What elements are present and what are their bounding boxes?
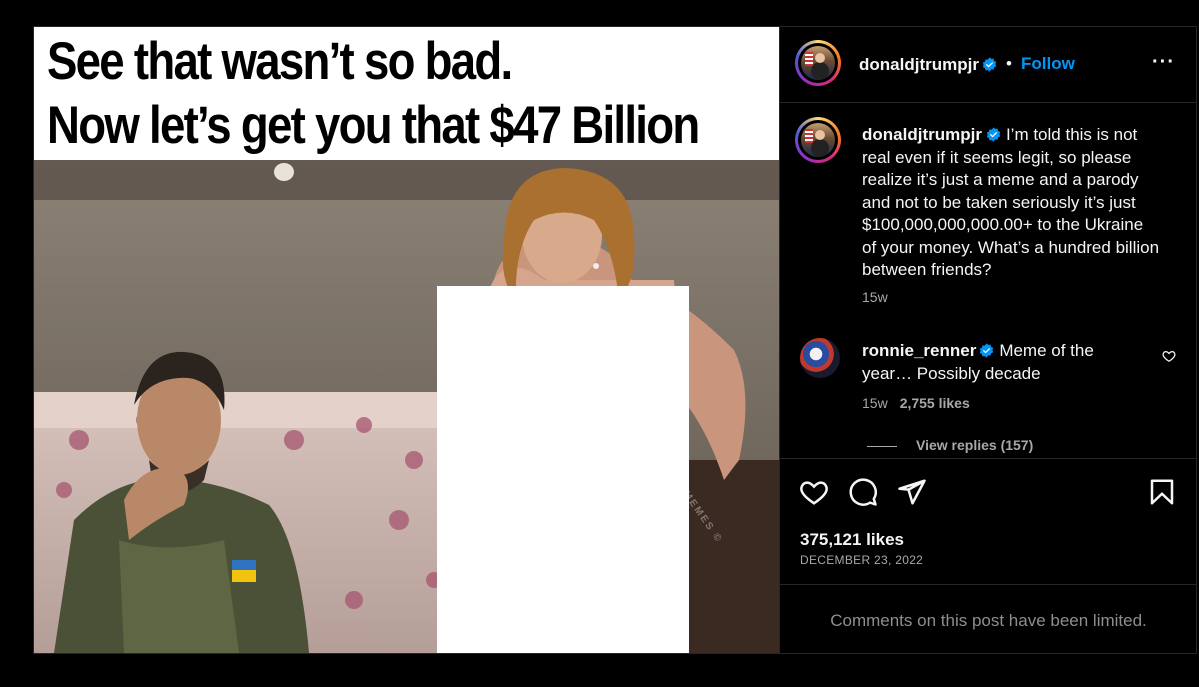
meme-text-banner: See that wasn’t so bad. Now let’s get yo…	[34, 27, 779, 160]
comment-time[interactable]: 15w	[862, 395, 888, 411]
comment-like-heart-icon[interactable]	[1162, 349, 1176, 363]
post-caption: donaldjtrumpjr I’m told this is not real…	[862, 124, 1162, 282]
post-image[interactable]: See that wasn’t so bad. Now let’s get yo…	[34, 27, 779, 653]
instagram-post: See that wasn’t so bad. Now let’s get yo…	[33, 26, 1197, 654]
header-separator: •	[1006, 54, 1012, 73]
meme-line-1: See that wasn’t so bad.	[47, 32, 513, 91]
bookmark-icon[interactable]	[1147, 477, 1177, 507]
caption-username[interactable]: donaldjtrumpjr	[862, 125, 982, 144]
comments-section[interactable]: donaldjtrumpjr I’m told this is not real…	[780, 103, 1197, 458]
redaction-box	[437, 286, 689, 653]
more-options-icon[interactable]: ···	[1152, 51, 1175, 74]
verified-badge-icon	[980, 343, 994, 358]
replies-divider	[867, 445, 897, 447]
paper-plane-icon[interactable]	[897, 477, 927, 507]
author-avatar[interactable]	[795, 40, 841, 86]
meme-line-2: Now let’s get you that $47 Billion	[47, 96, 700, 155]
comments-limited-bar: Comments on this post have been limited.	[780, 584, 1197, 654]
post-likes-count[interactable]: 375,121 likes	[800, 530, 904, 550]
comment-likes[interactable]: 2,755 likes	[900, 395, 970, 411]
comment: ronnie_renner Meme of the year… Possibly…	[862, 339, 1147, 385]
follow-button[interactable]: Follow	[1021, 54, 1075, 74]
author-username[interactable]: donaldjtrumpjr	[859, 55, 979, 75]
verified-badge-icon	[986, 127, 1001, 142]
comment-username[interactable]: ronnie_renner	[862, 341, 976, 360]
view-replies-label: View replies (157)	[916, 437, 1034, 453]
post-date[interactable]: DECEMBER 23, 2022	[800, 553, 923, 567]
caption-time[interactable]: 15w	[862, 289, 888, 305]
speech-bubble-icon[interactable]	[848, 477, 878, 507]
post-header: donaldjtrumpjr • Follow ···	[780, 27, 1197, 103]
post-sidebar: donaldjtrumpjr • Follow ··· donaldjtrump…	[779, 27, 1197, 653]
commenter-avatar[interactable]	[800, 338, 840, 378]
heart-icon[interactable]	[799, 477, 829, 507]
comment-meta: 15w 2,755 likes	[862, 395, 970, 411]
post-actions: 375,121 likes DECEMBER 23, 2022	[780, 458, 1197, 584]
view-replies-button[interactable]: View replies (157)	[867, 437, 1033, 453]
caption-author-avatar[interactable]	[795, 117, 841, 163]
verified-badge-icon	[982, 57, 997, 72]
comments-limited-notice: Comments on this post have been limited.	[830, 611, 1147, 630]
caption-text: I’m told this is not real even if it see…	[862, 125, 1160, 279]
